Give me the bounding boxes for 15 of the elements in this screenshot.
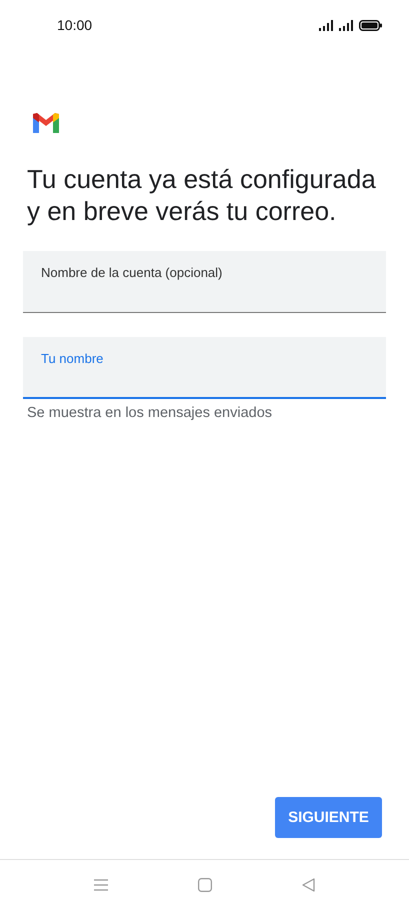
- field-label: Tu nombre: [41, 351, 104, 366]
- text-field[interactable]: Nombre de la cuenta (opcional): [23, 251, 386, 313]
- battery-icon: [359, 20, 382, 30]
- helper-text: Se muestra en los mensajes enviados: [27, 405, 274, 421]
- menu-icon[interactable]: [94, 879, 108, 891]
- field-label: Nombre de la cuenta (opcional): [41, 265, 222, 280]
- back-icon[interactable]: [302, 878, 315, 892]
- page-heading: Tu cuenta ya está configurada y en breve verás tu correo.: [27, 163, 377, 227]
- signal-icon: [339, 20, 354, 30]
- signal-icon: [319, 20, 334, 30]
- mail-logo-icon: [33, 113, 59, 133]
- text-field[interactable]: Tu nombre: [23, 337, 386, 399]
- next-button[interactable]: SIGUIENTE: [275, 797, 382, 838]
- status-time: 10:00: [57, 17, 92, 33]
- home-icon[interactable]: [198, 878, 212, 892]
